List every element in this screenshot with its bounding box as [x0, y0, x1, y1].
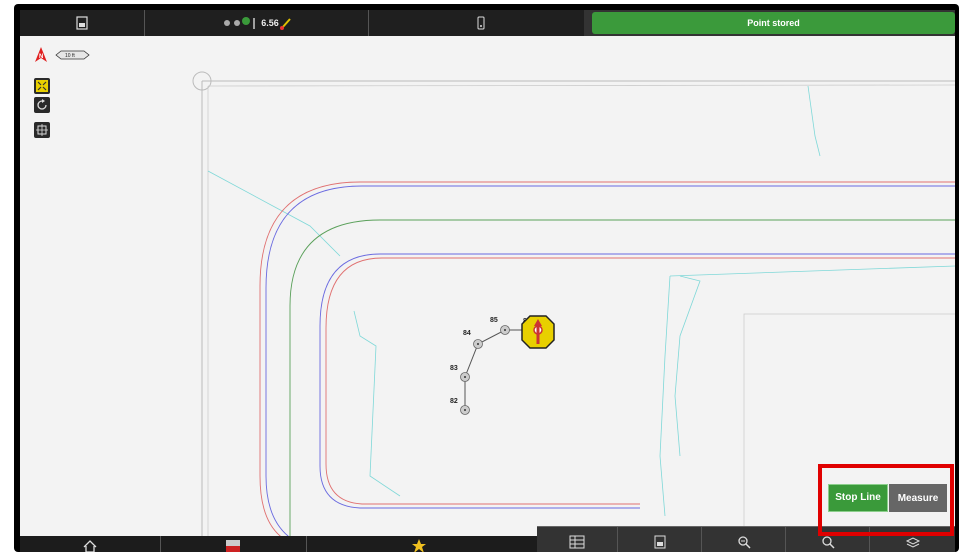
device-icon — [477, 16, 485, 30]
survey-point[interactable]: 84 — [463, 330, 483, 349]
survey-toolbox-icon — [226, 540, 240, 552]
gnss-status[interactable]: 6.56 — [144, 10, 369, 36]
survey-button[interactable] — [160, 536, 307, 552]
favorites-button[interactable] — [306, 536, 532, 552]
home-button[interactable] — [20, 536, 161, 552]
satellite-icon — [224, 17, 255, 29]
survey-point[interactable]: 85 — [490, 317, 510, 335]
zoom-extents-icon — [36, 80, 48, 92]
home-icon — [83, 540, 97, 552]
project-button[interactable] — [20, 10, 145, 36]
survey-point[interactable]: 82 — [450, 398, 470, 415]
rotate-icon — [37, 99, 47, 110]
north-label: N — [39, 54, 43, 60]
survey-point[interactable]: 83 — [450, 365, 470, 382]
toast-message: Point stored — [592, 12, 955, 34]
rover-icon — [279, 18, 291, 30]
point-label: 82 — [450, 398, 458, 405]
north-arrow-icon: N 10 ft — [35, 47, 90, 62]
point-label: 85 — [490, 317, 498, 324]
zoom-extents-button[interactable] — [34, 78, 50, 94]
current-position-marker[interactable]: 86 — [521, 315, 555, 349]
point-label: 84 — [463, 330, 471, 337]
document-button[interactable] — [617, 527, 702, 552]
target-icon — [36, 124, 48, 136]
layers-icon — [905, 537, 921, 548]
project-icon — [76, 16, 88, 30]
zoom-in-icon — [822, 536, 835, 549]
layers-button[interactable] — [34, 122, 50, 138]
map-canvas[interactable]: 82 83 84 85 86 N — [20, 36, 955, 536]
device-button[interactable] — [368, 10, 595, 36]
zoom-out-icon — [738, 536, 751, 549]
status-value: 6.56 — [261, 18, 279, 28]
rotate-button[interactable] — [34, 97, 50, 113]
highlight-box — [818, 464, 954, 536]
scale-label: 10 ft — [65, 53, 75, 59]
zoom-out-button[interactable] — [701, 527, 786, 552]
table-view-button[interactable] — [537, 527, 617, 552]
point-label: 83 — [450, 365, 458, 372]
table-icon — [569, 535, 585, 549]
star-icon — [412, 539, 426, 552]
document-icon — [654, 535, 666, 549]
